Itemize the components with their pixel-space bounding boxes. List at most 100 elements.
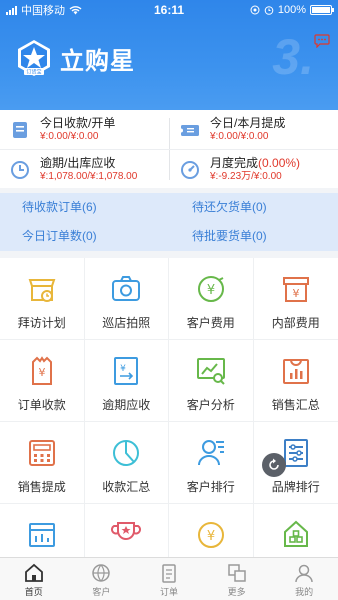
tab-label: 更多 [227,587,246,597]
tab-label: 客户 [92,587,111,597]
order-label: 待还欠货单 [192,200,253,214]
stat-value: ¥:0.00/¥:0.00 [210,131,269,142]
receipt-icon [13,121,27,138]
warehouse-icon [283,520,308,547]
status-time: 16:11 [153,3,185,17]
ticket-icon [180,124,199,136]
tab-label: 我的 [295,587,314,597]
grid-item-internal-fee[interactable]: ¥ 内部费用 [253,258,338,340]
grid-item-label: 内部费用 [271,316,320,330]
grid-item-payment-summary[interactable]: 收款汇总 [84,422,169,504]
svg-text:¥: ¥ [207,283,215,298]
sales-commission-icon [28,440,55,466]
stat-title: 逾期/出库应收 [40,156,116,170]
tab-more[interactable]: 更多 [203,558,271,600]
gauge-icon [181,160,199,179]
order-pending-payment[interactable]: 待收款订单(6) [0,193,97,222]
order-today-count[interactable]: 今日订单数(0) [0,222,97,251]
camera-icon [112,276,141,301]
tab-label: 首页 [24,587,43,597]
grid-item-label: 客户分析 [186,398,235,412]
order-label: 今日订单数 [22,229,83,243]
grid-item-customer-fee[interactable]: ¥ 客户费用 [169,258,254,340]
message-icon[interactable] [314,34,330,53]
stat-percent: (0.00%) [258,156,301,170]
sales-summary-icon [282,359,309,384]
grid-item-customer-analysis[interactable]: 客户分析 [169,340,254,422]
grid-item-sales-commission[interactable]: 销售提成 [0,422,85,504]
refresh-float-button[interactable] [262,453,286,477]
svg-text:¥: ¥ [38,366,45,379]
app-title: 立购星 [60,47,135,75]
grid-item-label: 巡店拍照 [102,316,151,330]
header-decoration: 3. [272,29,314,85]
tab-bar: 首页 客户 订单 更多 我的 [0,557,338,600]
grid-item-visit-plan[interactable]: 拜访计划 [0,258,85,340]
visit-plan-icon [28,279,56,302]
grid-item-label: 订单收款 [17,398,66,412]
tab-customer[interactable]: 客户 [68,558,136,600]
app-root: { "status_bar": {"carrier": "中国移动", "tim… [0,0,338,600]
grid-item-label: 客户费用 [186,316,235,330]
refresh-icon [269,458,279,470]
profile-icon [295,564,313,583]
order-summary: 待收款订单(6) 待还欠货单(0) 今日订单数(0) 待批要货单(0) [0,193,338,251]
stat-title: 今日/本月提成 [210,116,286,130]
svg-text:¥: ¥ [120,364,126,374]
order-pending-approval[interactable]: 待批要货单(0) [170,222,267,251]
logo-icon: 订货宝 [14,38,54,78]
grid-item-label: 逾期应收 [102,398,151,412]
internal-fee-icon: ¥ [282,277,309,302]
grid-item-store-photo[interactable]: 巡店拍照 [84,258,169,340]
stat-monthly-completion[interactable]: 月度完成(0.00%) ¥:-9.23万/¥:0.00 [170,150,338,189]
order-icon [162,564,176,583]
grid-item-label: 品牌排行 [271,480,320,494]
order-label: 待批要货单 [192,229,253,243]
tab-home[interactable]: 首页 [0,558,68,600]
customer-icon [92,564,111,582]
customer-analysis-icon [196,358,225,385]
status-bar: 中国移动 16:11 100% [0,0,338,20]
battery-icon [310,5,334,15]
feature-grid: 拜访计划 巡店拍照 ¥ 客户费用 ¥ 内部费用 ¥ 订单收款 ¥ 逾期应收 客户… [0,258,338,586]
grid-item-overdue-receivable[interactable]: ¥ 逾期应收 [84,340,169,422]
grid-item-label: 拜访计划 [17,316,66,330]
tab-order[interactable]: 订单 [135,558,203,600]
clock-icon [11,160,29,179]
order-label: 待收款订单 [22,200,83,214]
signal-icon [6,5,17,15]
logo-badge: 订货宝 [26,69,41,76]
battery-label: 100% [277,4,306,16]
grid-item-sales-summary[interactable]: 销售汇总 [253,340,338,422]
grid-item-label: 收款汇总 [102,480,151,494]
order-payment-icon: ¥ [31,356,52,385]
header: 中国移动 16:11 100% 3. 订货宝 立购星 [0,0,338,110]
order-count: (0) [252,229,267,243]
svg-text:¥: ¥ [292,287,299,300]
app-logo: 订货宝 立购星 [14,38,135,78]
coin-icon: ¥ [197,522,224,548]
grid-item-label: 销售汇总 [271,398,320,412]
grid-item-label: 客户排行 [186,480,235,494]
inventory-icon [28,523,55,547]
stat-title: 月度完成(0.00%) [210,156,300,170]
grid-item-order-payment[interactable]: ¥ 订单收款 [0,340,85,422]
customer-fee-icon: ¥ [197,276,224,302]
stat-value: ¥:1,078.00/¥:1,078.00 [40,171,138,182]
order-count: (0) [82,229,97,243]
stat-overdue[interactable]: 逾期/出库应收 ¥:1,078.00/¥:1,078.00 [0,150,169,189]
tab-label: 订单 [159,587,178,597]
overdue-receivable-icon: ¥ [114,357,139,385]
order-count: (0) [252,200,267,214]
grid-item-customer-ranking[interactable]: 客户排行 [169,422,254,504]
trophy-icon [111,522,142,540]
alarm-icon [264,6,274,15]
stat-today-receipts[interactable]: 今日收款/开单 ¥:0.00/¥:0.00 [0,110,169,149]
order-pending-return[interactable]: 待还欠货单(0) [170,193,267,222]
customer-ranking-icon [197,440,224,466]
home-icon [24,563,43,582]
tab-profile[interactable]: 我的 [270,558,338,600]
svg-text:¥: ¥ [207,529,215,544]
stat-commission[interactable]: 今日/本月提成 ¥:0.00/¥:0.00 [170,110,338,149]
payment-summary-icon [113,440,140,466]
